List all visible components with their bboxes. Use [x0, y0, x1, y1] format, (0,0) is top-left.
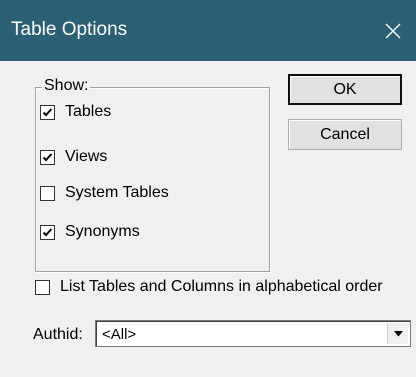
checkbox-synonyms-label: Synonyms — [65, 223, 140, 240]
checkbox-synonyms[interactable]: Synonyms — [40, 223, 140, 241]
checkbox-alphabetical-order-label: List Tables and Columns in alphabetical … — [60, 278, 383, 295]
ok-button[interactable]: OK — [288, 74, 402, 105]
title-bar[interactable]: Table Options — [0, 0, 416, 61]
checkbox-system-tables-label: System Tables — [65, 184, 169, 201]
chevron-down-icon — [393, 330, 403, 336]
close-button[interactable] — [370, 0, 416, 61]
table-options-dialog: Table Options Show: Tables Views System … — [0, 0, 416, 377]
checkbox-alphabetical-order[interactable]: List Tables and Columns in alphabetical … — [35, 278, 383, 296]
checkbox-system-tables[interactable]: System Tables — [40, 184, 169, 202]
checkmark-icon — [42, 227, 53, 236]
dropdown-arrow-button[interactable] — [387, 323, 408, 344]
checkbox-views-label: Views — [65, 148, 108, 165]
checkbox-views-box[interactable] — [40, 149, 55, 165]
close-icon — [385, 23, 401, 38]
checkbox-alphabetical-order-box[interactable] — [35, 279, 50, 295]
checkbox-system-tables-box[interactable] — [40, 185, 55, 201]
cancel-button[interactable]: Cancel — [288, 119, 402, 150]
authid-label: Authid: — [33, 326, 83, 343]
checkbox-tables-label: Tables — [65, 103, 112, 120]
authid-dropdown[interactable]: <All> — [95, 320, 411, 347]
dialog-client-area: Show: Tables Views System Tables Synonym… — [0, 61, 416, 377]
show-group-legend: Show: — [42, 77, 91, 95]
checkmark-icon — [42, 152, 53, 161]
checkbox-tables[interactable]: Tables — [40, 103, 111, 121]
checkbox-views[interactable]: Views — [40, 148, 107, 166]
checkmark-icon — [42, 107, 53, 116]
checkbox-tables-box[interactable] — [40, 104, 55, 120]
authid-selected-value: <All> — [102, 326, 137, 343]
window-title: Table Options — [11, 19, 128, 40]
checkbox-synonyms-box[interactable] — [40, 224, 55, 240]
